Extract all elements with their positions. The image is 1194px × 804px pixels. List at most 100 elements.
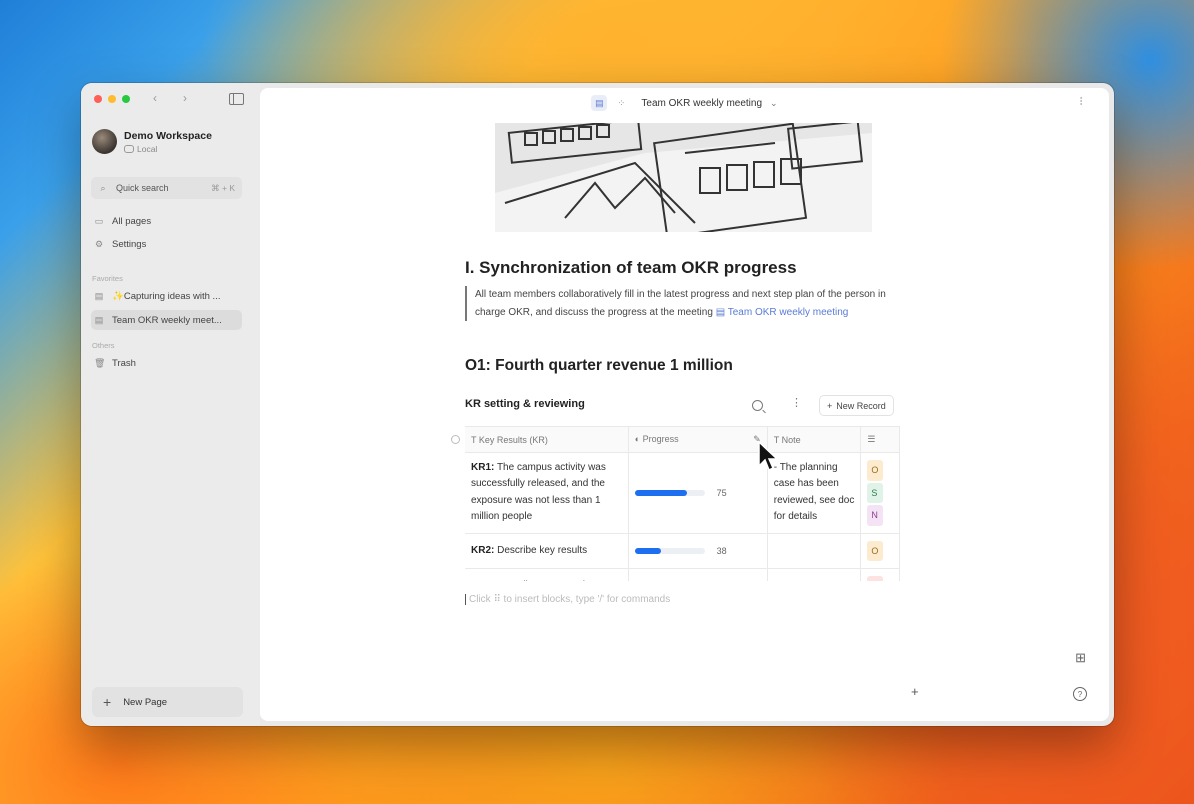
database-title[interactable]: KR setting & reviewing: [465, 398, 585, 410]
column-header-key-results[interactable]: T Key Results (KR): [465, 426, 629, 453]
add-block-icon[interactable]: +: [911, 684, 919, 699]
sidebar-item-label: All pages: [112, 216, 152, 227]
kr-text: Describe key results: [494, 544, 588, 556]
nav-arrows: ‹ ›: [153, 91, 187, 105]
chevron-down-icon[interactable]: ⌄: [770, 98, 778, 109]
progress-cell[interactable]: 75: [628, 452, 768, 534]
progress-value: 75: [716, 487, 727, 498]
select-tag[interactable]: N: [867, 505, 884, 526]
kr-label: KR2:: [471, 544, 495, 556]
forward-arrow-icon[interactable]: ›: [183, 91, 187, 105]
key-result-cell[interactable]: KR3: Describe Key Results: [465, 568, 629, 581]
database-more-icon[interactable]: ⋮: [791, 396, 802, 409]
quick-search-shortcut: ⌘ + K: [211, 182, 235, 193]
search-icon: ⌕: [100, 182, 106, 193]
heading-1[interactable]: I. Synchronization of team OKR progress: [465, 258, 797, 278]
sidebar-item-trash[interactable]: 🗑 Trash: [94, 358, 136, 369]
app-window: ‹ › Demo Workspace Local ⌕ Quick search …: [81, 83, 1114, 726]
progress-bar[interactable]: [634, 489, 705, 496]
minimize-window-button[interactable]: [108, 95, 116, 103]
mouse-cursor-icon: [758, 441, 779, 472]
edgeless-mode-icon[interactable]: ⁘: [613, 95, 629, 111]
select-tag[interactable]: S: [867, 482, 884, 503]
sidebar-item-all-pages[interactable]: ▭ All pages: [94, 216, 151, 227]
workspace-type: Local: [137, 143, 158, 154]
kr-label: KR3:: [471, 580, 494, 581]
sidebar-item-label: Settings: [112, 239, 147, 250]
sidebar-toggle-icon[interactable]: [229, 93, 244, 105]
sidebar: ‹ › Demo Workspace Local ⌕ Quick search …: [81, 83, 260, 726]
sidebar-item-label: ✨Capturing ideas with ...: [112, 291, 221, 302]
page-icon: ▤: [94, 291, 104, 301]
progress-bar-fill: [634, 489, 688, 496]
plus-icon: +: [103, 694, 112, 710]
gear-icon: ⚙: [94, 239, 104, 249]
help-icon[interactable]: ?: [1073, 687, 1087, 701]
more-options-icon[interactable]: ···: [1075, 96, 1089, 105]
quick-search-label: Quick search: [116, 183, 169, 193]
select-cell[interactable]: O: [860, 533, 900, 569]
page-link-icon: ▤: [715, 306, 728, 318]
progress-value: 38: [716, 545, 727, 556]
progress-bar[interactable]: [634, 547, 705, 554]
sidebar-item-favorite-active[interactable]: ▤ Team OKR weekly meet...: [91, 310, 242, 330]
maximize-window-button[interactable]: [122, 95, 130, 103]
workspace-name: Demo Workspace: [124, 129, 212, 142]
table-header-row: T Key Results (KR) ◐ Progress ✎ T Note ☰: [465, 426, 900, 453]
back-arrow-icon[interactable]: ‹: [153, 91, 157, 105]
new-record-label: New Record: [836, 400, 886, 411]
select-all-checkbox[interactable]: [451, 435, 460, 444]
page-mode-icon[interactable]: ▤: [591, 95, 608, 111]
note-cell[interactable]: - The planning case has been reviewed, s…: [767, 452, 862, 534]
kr-text: Describe Key Results: [494, 580, 593, 581]
linked-page[interactable]: ▤ Team OKR weekly meeting: [716, 307, 849, 318]
text-column-icon: T: [471, 434, 479, 445]
trash-icon: 🗑: [94, 358, 106, 368]
folder-icon: ▭: [94, 216, 104, 226]
quick-search-button[interactable]: ⌕ Quick search ⌘ + K: [91, 177, 242, 199]
cover-image: [495, 123, 872, 232]
progress-column-icon: ◐: [634, 434, 643, 444]
select-tag[interactable]: O: [867, 460, 884, 481]
avatar: [92, 129, 117, 154]
select-cell[interactable]: R: [860, 568, 900, 581]
key-result-cell[interactable]: KR1: The campus activity was successfull…: [465, 452, 629, 534]
note-cell[interactable]: [767, 533, 862, 569]
plus-icon: +: [827, 400, 833, 411]
key-result-cell[interactable]: KR2: Describe key results: [465, 533, 629, 569]
quote-block[interactable]: All team members collaboratively fill in…: [465, 286, 900, 321]
heading-2[interactable]: O1: Fourth quarter revenue 1 million: [465, 357, 733, 375]
note-cell[interactable]: -: [767, 568, 862, 581]
select-tag[interactable]: O: [867, 540, 884, 561]
linked-page-label: Team OKR weekly meeting: [727, 306, 849, 318]
new-record-button[interactable]: + New Record: [819, 395, 894, 416]
kr-label: KR1:: [471, 461, 495, 473]
select-tag[interactable]: R: [867, 576, 884, 581]
apps-grid-icon[interactable]: ⊞: [1075, 650, 1086, 666]
sidebar-item-settings[interactable]: ⚙ Settings: [94, 239, 146, 250]
page-icon: ▤: [94, 314, 104, 325]
table-row[interactable]: KR2: Describe key results 38 O: [465, 533, 900, 569]
doc-title[interactable]: Team OKR weekly meeting: [641, 98, 762, 109]
sidebar-item-label: Team OKR weekly meet...: [112, 314, 222, 326]
sidebar-item-label: Trash: [112, 358, 136, 369]
editor-area: ▤ ⁘ Team OKR weekly meeting ⌄ ··· I. Syn…: [260, 88, 1109, 721]
others-section-label: Others: [92, 341, 115, 350]
column-header-select[interactable]: ☰: [860, 426, 900, 453]
doc-header: ▤ ⁘ Team OKR weekly meeting ⌄: [260, 88, 1109, 118]
table-row[interactable]: KR1: The campus activity was successfull…: [465, 452, 900, 534]
close-window-button[interactable]: [94, 95, 102, 103]
table-row[interactable]: KR3: Describe Key Results 70 -R: [465, 568, 900, 581]
new-page-label: New Page: [123, 696, 168, 708]
insert-block-placeholder[interactable]: Click ⠿ to insert blocks, type '/' for c…: [465, 594, 670, 605]
column-header-progress[interactable]: ◐ Progress ✎: [628, 426, 768, 453]
progress-value: 70: [717, 578, 727, 581]
progress-cell[interactable]: 70: [628, 568, 768, 581]
sidebar-item-favorite[interactable]: ▤ ✨Capturing ideas with ...: [94, 291, 221, 302]
progress-cell[interactable]: 38: [628, 533, 768, 569]
column-header-note[interactable]: T Note: [767, 426, 862, 453]
select-cell[interactable]: OSN: [860, 452, 900, 534]
database-search-icon[interactable]: [752, 400, 763, 411]
new-page-button[interactable]: + New Page: [92, 687, 243, 717]
workspace-switcher[interactable]: Demo Workspace Local: [92, 129, 212, 154]
